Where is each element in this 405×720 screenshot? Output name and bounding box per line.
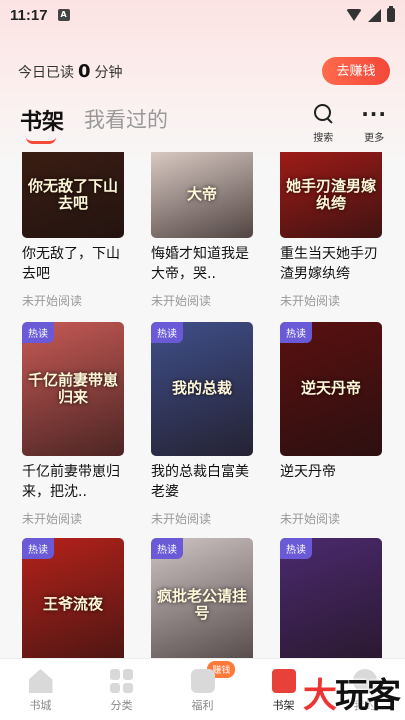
search-label: 搜索 bbox=[313, 133, 334, 144]
nav-label: 福利 bbox=[191, 699, 214, 712]
cover-title: 疯批老公请挂号 bbox=[157, 586, 248, 622]
nav-label: 分类 bbox=[110, 699, 133, 712]
cover-title: 你无敌了下山去吧 bbox=[28, 176, 119, 212]
more-button[interactable]: ··· 更多 bbox=[361, 104, 387, 144]
shelf-tabs: 书架 我看过的 搜索 ··· 更多 bbox=[20, 104, 387, 144]
wifi-icon bbox=[346, 9, 362, 21]
cover-title: 大帝 bbox=[186, 185, 217, 204]
signal-icon bbox=[368, 8, 381, 22]
cover-title: 千亿前妻带崽归来 bbox=[28, 370, 119, 406]
book-cover: 热读 我的总裁 bbox=[151, 322, 253, 456]
search-icon bbox=[313, 104, 333, 124]
more-label: 更多 bbox=[364, 133, 385, 144]
cover-title: 我的总裁 bbox=[171, 379, 232, 398]
book-cover: 大帝 bbox=[151, 152, 253, 238]
system-icons bbox=[346, 6, 395, 22]
gift-icon bbox=[190, 669, 215, 693]
more-icon: ··· bbox=[361, 102, 387, 126]
home-icon bbox=[28, 669, 53, 693]
watermark-logo: 大玩客 bbox=[303, 668, 401, 717]
book-card[interactable]: 热读 疯批老公请挂号 bbox=[151, 538, 253, 658]
category-icon bbox=[109, 669, 134, 693]
hot-badge: 热读 bbox=[22, 538, 54, 559]
search-button[interactable]: 搜索 bbox=[313, 104, 333, 144]
reading-status: 未开始阅读 bbox=[151, 294, 212, 308]
cover-title: 逆天丹帝 bbox=[300, 379, 361, 398]
book-cover: 热读 王爷流夜 bbox=[22, 538, 124, 658]
hot-badge: 热读 bbox=[22, 322, 54, 343]
nav-item-welfare[interactable]: 赚钱 福利 bbox=[162, 659, 243, 720]
hot-badge: 热读 bbox=[151, 322, 183, 343]
book-title: 悔婚才知道我是大帝，哭.. bbox=[151, 246, 249, 282]
book-card[interactable]: 大帝 悔婚才知道我是大帝，哭.. 未开始阅读 bbox=[151, 152, 253, 309]
book-cover: 热读 疯批老公请挂号 bbox=[151, 538, 253, 658]
tab-underline bbox=[26, 137, 56, 144]
book-cover: 你无敌了下山去吧 bbox=[22, 152, 124, 238]
tab-bookshelf[interactable]: 书架 bbox=[20, 104, 65, 144]
reading-prefix: 今日已读 bbox=[18, 64, 74, 81]
book-card[interactable]: 热读 逆天丹帝 逆天丹帝 未开始阅读 bbox=[280, 322, 382, 527]
book-card[interactable]: 热读 我的总裁 我的总裁白富美老婆 未开始阅读 bbox=[151, 322, 253, 527]
notification-icon: A bbox=[57, 9, 70, 21]
nav-label: 书架 bbox=[272, 699, 295, 712]
cover-title: 她手刃渣男嫁纨绔 bbox=[286, 176, 377, 212]
watermark-part2: 玩客 bbox=[335, 676, 401, 716]
book-title: 你无敌了，下山去吧 bbox=[22, 246, 120, 282]
book-card[interactable]: 她手刃渣男嫁纨绔 重生当天她手刃渣男嫁纨绔 未开始阅读 bbox=[280, 152, 382, 309]
book-cover: 热读 逆天丹帝 bbox=[280, 322, 382, 456]
book-card[interactable]: 热读 千亿前妻带崽归来 千亿前妻带崽归来，把沈.. 未开始阅读 bbox=[22, 322, 124, 527]
hot-badge: 热读 bbox=[280, 538, 312, 559]
book-card[interactable]: 热读 bbox=[280, 538, 382, 658]
hot-badge: 热读 bbox=[151, 538, 183, 559]
watermark-part1: 大 bbox=[303, 676, 337, 716]
book-title: 重生当天她手刃渣男嫁纨绔 bbox=[280, 246, 378, 282]
hot-badge: 热读 bbox=[280, 322, 312, 343]
reading-time: 今日已读 0 分钟 bbox=[18, 61, 123, 82]
nav-item-bookstore[interactable]: 书城 bbox=[0, 659, 81, 720]
book-title: 千亿前妻带崽归来，把沈.. bbox=[22, 464, 120, 500]
battery-icon bbox=[387, 6, 395, 22]
book-grid: 你无敌了下山去吧 你无敌了，下山去吧 未开始阅读 大帝 悔婚才知道我是大帝，哭.… bbox=[22, 152, 392, 658]
book-title: 逆天丹帝 bbox=[280, 464, 336, 480]
reading-status: 未开始阅读 bbox=[22, 512, 83, 526]
book-cover: 热读 bbox=[280, 538, 382, 658]
earn-money-button[interactable]: 去赚钱 bbox=[322, 57, 390, 85]
book-card[interactable]: 热读 王爷流夜 bbox=[22, 538, 124, 658]
reading-stats-row: 今日已读 0 分钟 去赚钱 bbox=[18, 57, 390, 85]
nav-item-category[interactable]: 分类 bbox=[81, 659, 162, 720]
nav-label: 书城 bbox=[29, 699, 52, 712]
bookshelf-icon bbox=[271, 669, 296, 693]
book-card[interactable]: 你无敌了下山去吧 你无敌了，下山去吧 未开始阅读 bbox=[22, 152, 124, 309]
book-cover: 她手刃渣男嫁纨绔 bbox=[280, 152, 382, 238]
reading-status: 未开始阅读 bbox=[280, 294, 341, 308]
tab-tools: 搜索 ··· 更多 bbox=[313, 104, 387, 144]
reading-status: 未开始阅读 bbox=[22, 294, 83, 308]
reading-status: 未开始阅读 bbox=[151, 512, 212, 526]
reading-minutes: 0 bbox=[78, 60, 91, 82]
status-bar: 11:17 A bbox=[0, 0, 405, 30]
book-cover: 热读 千亿前妻带崽归来 bbox=[22, 322, 124, 456]
reading-status: 未开始阅读 bbox=[280, 512, 341, 526]
tab-history[interactable]: 我看过的 bbox=[84, 104, 168, 134]
reading-suffix: 分钟 bbox=[94, 64, 123, 81]
status-time: 11:17 bbox=[10, 6, 48, 24]
tab-bookshelf-label: 书架 bbox=[20, 110, 65, 135]
book-title: 我的总裁白富美老婆 bbox=[151, 464, 249, 500]
cover-title: 王爷流夜 bbox=[42, 595, 103, 614]
